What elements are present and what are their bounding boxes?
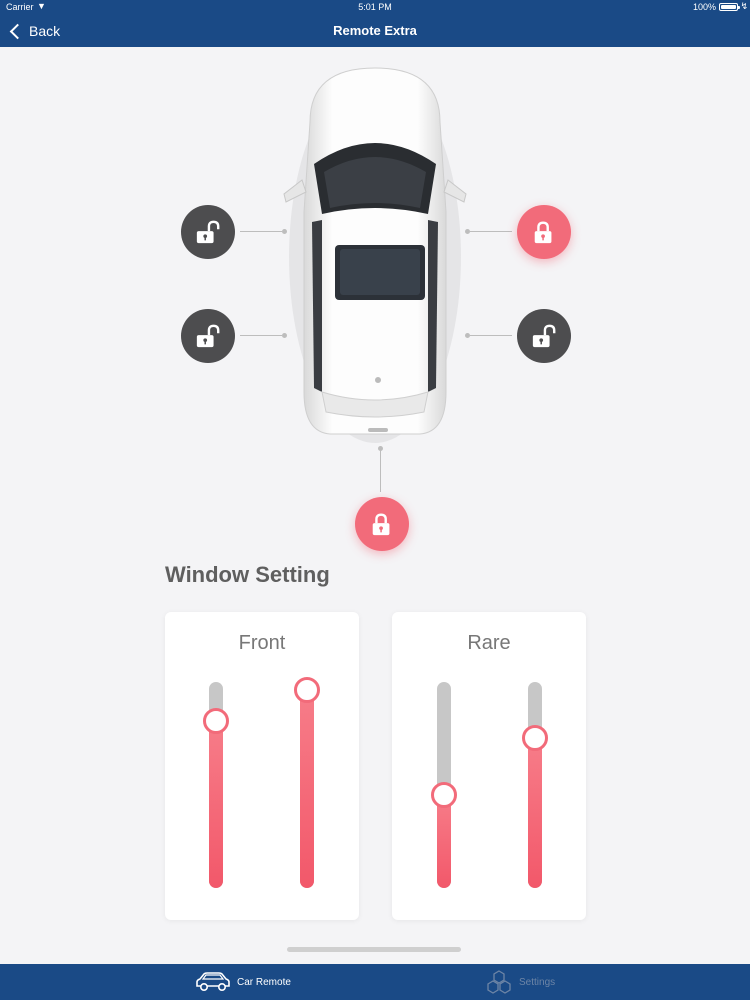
lock-open-icon [532, 324, 556, 348]
rear-left-window-slider[interactable] [431, 682, 457, 888]
rear-window-card: Rare [392, 612, 586, 920]
tab-settings-label: Settings [519, 976, 556, 988]
battery-percent: 100% [692, 2, 716, 12]
slider-thumb[interactable] [294, 677, 320, 704]
front-window-card: Front [165, 612, 359, 920]
connector-front-left [240, 231, 282, 232]
top-bar: Carrier ▼ 5:01 PM 100% ↯ Back Remote Ext… [0, 0, 750, 47]
rear-right-window-slider[interactable] [522, 682, 548, 888]
lock-trunk-button[interactable] [355, 497, 409, 551]
lock-front-right-button[interactable] [517, 205, 571, 259]
hexagons-icon [487, 970, 511, 994]
lock-rear-left-button[interactable] [181, 309, 235, 363]
car-top-view-image [283, 67, 467, 443]
front-card-title: Front [238, 632, 286, 654]
slider-thumb[interactable] [203, 708, 229, 735]
slider-track [528, 682, 542, 888]
rear-card-title: Rare [467, 632, 511, 654]
connector-dot [282, 229, 287, 234]
lock-closed-icon [372, 513, 390, 536]
slider-track [300, 682, 314, 888]
car-icon [196, 972, 230, 992]
tab-bar: Car Remote Settings [0, 964, 750, 1000]
window-setting-title: Window Setting [165, 562, 330, 587]
connector-trunk [380, 450, 381, 492]
lock-closed-icon [534, 221, 552, 244]
tab-car-remote[interactable]: Car Remote [195, 969, 291, 995]
lock-rear-right-button[interactable] [517, 309, 571, 363]
page-title: Remote Extra [333, 23, 417, 38]
front-right-window-slider[interactable] [294, 677, 320, 888]
connector-front-right [470, 231, 512, 232]
lock-front-left-button[interactable] [181, 205, 235, 259]
battery-icon [719, 3, 740, 11]
slider-fill [437, 795, 451, 888]
connector-rear-right [470, 335, 512, 336]
connector-dot [465, 333, 470, 338]
connector-rear-left [240, 335, 282, 336]
slider-thumb[interactable] [431, 782, 457, 809]
slider-thumb[interactable] [522, 724, 548, 751]
tab-car-remote-label: Car Remote [237, 976, 291, 988]
connector-dot [378, 446, 383, 451]
lock-open-icon [196, 324, 220, 348]
lock-open-icon [196, 220, 220, 244]
slider-fill [300, 690, 314, 888]
home-indicator [287, 947, 461, 952]
front-left-window-slider[interactable] [203, 682, 229, 888]
connector-dot [465, 229, 470, 234]
status-bar: Carrier ▼ 5:01 PM 100% ↯ [0, 0, 750, 14]
status-time: 5:01 PM [358, 2, 392, 12]
charging-icon: ↯ [740, 1, 748, 11]
connector-dot [282, 333, 287, 338]
tab-settings[interactable]: Settings [485, 969, 555, 995]
slider-fill [209, 721, 223, 888]
slider-fill [528, 737, 542, 888]
